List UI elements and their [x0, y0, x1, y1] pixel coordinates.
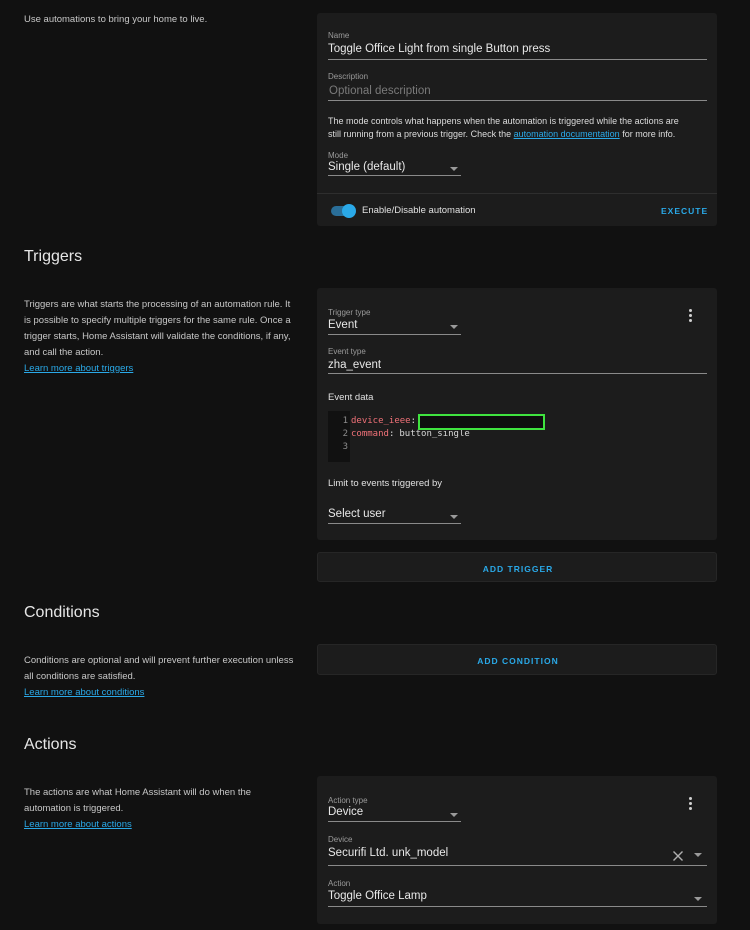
enable-toggle-label: Enable/Disable automation [362, 205, 476, 216]
limit-label: Limit to events triggered by [328, 478, 443, 489]
line-number-3: 3 [342, 442, 348, 452]
add-condition-card: ADD CONDITION [317, 644, 717, 675]
action-type-select[interactable]: Device [328, 806, 363, 818]
redacted-value-box [418, 414, 545, 430]
yaml-colon-1: : [410, 416, 417, 426]
action-menu-icon[interactable] [689, 797, 692, 812]
add-condition-button[interactable]: ADD CONDITION [318, 656, 718, 666]
execute-button[interactable]: EXECUTE [661, 206, 708, 216]
automation-details-card: Name Toggle Office Light from single But… [317, 13, 717, 226]
device-label: Device [328, 835, 353, 844]
intro-text: Use automations to bring your home to li… [24, 14, 208, 25]
triggers-description: Triggers are what starts the processing … [24, 297, 299, 377]
device-underline [328, 865, 707, 866]
mode-info-line-1: The mode controls what happens when the … [328, 116, 679, 126]
mode-select[interactable]: Single (default) [328, 161, 405, 173]
triggers-description-line-3: trigger starts, Home Assistant will vali… [24, 331, 291, 342]
name-underline [328, 59, 707, 60]
trigger-type-chevron-down-icon[interactable] [450, 325, 458, 329]
actions-description-line-2: automation is triggered. [24, 803, 124, 814]
description-label: Description [328, 72, 369, 81]
action-type-underline [328, 821, 461, 822]
clear-device-icon[interactable] [672, 849, 684, 861]
trigger-menu-icon[interactable] [689, 309, 692, 324]
action-label: Action [328, 879, 351, 888]
device-select[interactable]: Securifi Ltd. unk_model [328, 847, 448, 859]
mode-underline [328, 175, 461, 176]
conditions-description-line-1: Conditions are optional and will prevent… [24, 655, 294, 666]
name-label: Name [328, 31, 350, 40]
event-data-label: Event data [328, 392, 374, 403]
conditions-description: Conditions are optional and will prevent… [24, 653, 304, 701]
enable-toggle[interactable] [331, 204, 356, 218]
add-trigger-card: ADD TRIGGER [317, 552, 717, 582]
mode-info: The mode controls what happens when the … [328, 115, 713, 141]
device-chevron-down-icon[interactable] [694, 853, 702, 857]
description-underline [328, 100, 707, 101]
select-user-dropdown[interactable]: Select user [328, 508, 386, 520]
description-field[interactable]: Optional description [329, 85, 431, 97]
select-user-underline [328, 523, 461, 524]
yaml-key-device-ieee: device_ieee [351, 416, 411, 426]
mode-label: Mode [328, 151, 349, 160]
card-divider [317, 193, 717, 194]
action-card: Action type Device Device Securifi Ltd. … [317, 776, 717, 924]
action-type-label: Action type [328, 796, 368, 805]
mode-info-text-2a: still running from a previous trigger. C… [328, 129, 512, 139]
triggers-description-line-1: Triggers are what starts the processing … [24, 299, 291, 310]
yaml-key-command: command [351, 429, 389, 439]
learn-more-triggers-link[interactable]: Learn more about triggers [24, 363, 133, 374]
trigger-type-label: Trigger type [328, 308, 371, 317]
triggers-description-line-2: is possible to specify multiple triggers… [24, 315, 291, 326]
mode-chevron-down-icon[interactable] [450, 167, 458, 171]
triggers-title: Triggers [24, 248, 83, 265]
line-number-2: 2 [342, 429, 348, 439]
yaml-colon-2: : [388, 429, 395, 439]
event-type-underline [328, 373, 707, 374]
select-user-chevron-down-icon[interactable] [450, 515, 458, 519]
automation-documentation-link[interactable]: automation documentation [514, 129, 620, 139]
actions-description-line-1: The actions are what Home Assistant will… [24, 787, 252, 798]
trigger-card: Trigger type Event Event type zha_event … [317, 288, 717, 540]
line-number-1: 1 [342, 416, 348, 426]
add-trigger-button[interactable]: ADD TRIGGER [318, 564, 718, 574]
action-type-chevron-down-icon[interactable] [450, 813, 458, 817]
event-type-label: Event type [328, 347, 366, 356]
name-field[interactable]: Toggle Office Light from single Button p… [328, 43, 550, 55]
actions-title: Actions [24, 736, 77, 753]
trigger-type-underline [328, 334, 461, 335]
trigger-type-select[interactable]: Event [328, 319, 357, 331]
actions-description: The actions are what Home Assistant will… [24, 785, 304, 833]
toggle-thumb [342, 204, 356, 218]
learn-more-conditions-link[interactable]: Learn more about conditions [24, 687, 144, 698]
action-underline [328, 906, 707, 907]
action-select[interactable]: Toggle Office Lamp [328, 890, 427, 902]
triggers-description-line-4: and call the action. [24, 347, 104, 358]
event-type-field[interactable]: zha_event [328, 359, 381, 371]
conditions-title: Conditions [24, 604, 100, 621]
mode-info-text-2b: for more info. [622, 129, 676, 139]
conditions-description-line-2: all conditions are satisfied. [24, 671, 136, 682]
mode-info-line-2: still running from a previous trigger. C… [328, 128, 713, 141]
action-chevron-down-icon[interactable] [694, 897, 702, 901]
learn-more-actions-link[interactable]: Learn more about actions [24, 819, 132, 830]
